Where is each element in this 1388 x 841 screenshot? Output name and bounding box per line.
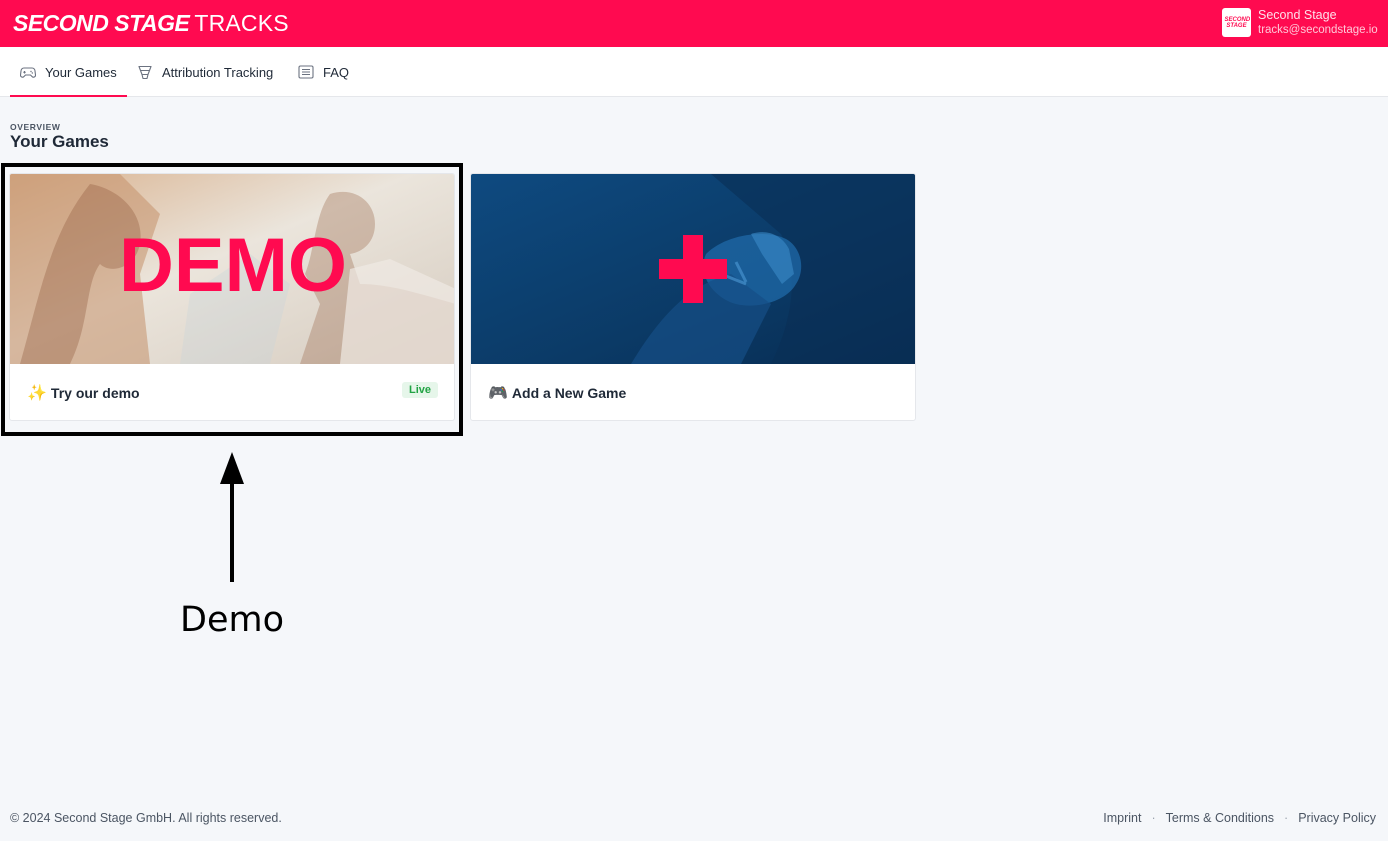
add-card-title: Add a New Game [511, 385, 627, 401]
footer-links: Imprint · Terms & Conditions · Privacy P… [1103, 811, 1376, 825]
section-eyebrow: OVERVIEW [10, 122, 61, 132]
tab-label: Your Games [45, 64, 117, 80]
brand-name: SECOND STAGE [13, 10, 190, 36]
brand-product: TRACKS [194, 10, 289, 36]
page-title: Your Games [10, 132, 109, 151]
link-separator: · [1284, 811, 1289, 825]
account-name: Second Stage [1258, 8, 1337, 22]
gamepad-icon [20, 67, 36, 78]
link-separator: · [1151, 811, 1156, 825]
tab-attribution-tracking[interactable]: Attribution Tracking [137, 47, 273, 97]
imprint-link[interactable]: Imprint [1103, 811, 1141, 825]
add-card-image [471, 174, 915, 364]
top-header: SECOND STAGE TRACKS SECOND STAGE Second S… [0, 0, 1388, 47]
tab-your-games[interactable]: Your Games [10, 47, 127, 97]
sub-navigation: Your Games Attribution Tracking FAQ [0, 47, 1388, 97]
add-game-card[interactable]: 🎮 Add a New Game [470, 173, 916, 421]
privacy-policy-link[interactable]: Privacy Policy [1298, 811, 1376, 825]
tab-label: Attribution Tracking [162, 64, 274, 80]
annotation-label: Demo [180, 600, 284, 640]
account-email: tracks@secondstage.io [1258, 24, 1378, 36]
annotation-arrow-icon [220, 452, 244, 582]
page-footer: © 2024 Second Stage GmbH. All rights res… [0, 808, 1388, 828]
tab-label: FAQ [323, 64, 350, 80]
account-menu[interactable]: SECOND STAGE Second Stage tracks@seconds… [1218, 0, 1388, 47]
funnel-icon [138, 65, 152, 79]
tab-faq[interactable]: FAQ [298, 47, 349, 97]
account-avatar-text: SECOND STAGE [1224, 16, 1251, 29]
account-avatar: SECOND STAGE [1222, 8, 1251, 37]
terms-link[interactable]: Terms & Conditions [1166, 811, 1274, 825]
gamepad-emoji-icon: 🎮 [488, 385, 508, 402]
copyright-text: © 2024 Second Stage GmbH. All rights res… [10, 811, 282, 825]
annotation-highlight-box [1, 163, 463, 436]
brand-logo[interactable]: SECOND STAGE TRACKS [13, 9, 289, 37]
list-icon [298, 65, 314, 79]
add-card-footer: 🎮 Add a New Game [471, 364, 915, 420]
